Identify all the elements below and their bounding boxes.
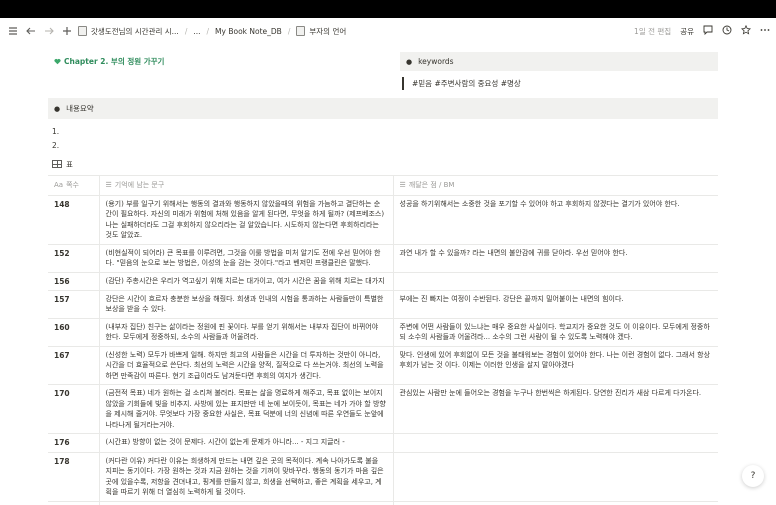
cell-page[interactable]: 152: [48, 243, 99, 273]
cell-note[interactable]: 주변에 어떤 사람들이 있느냐는 매우 중요한 사실이다. 학교지가 중요한 것…: [392, 317, 718, 347]
breadcrumb-database[interactable]: My Book Note_DB: [215, 27, 282, 36]
text-lines-icon: ☰: [105, 181, 112, 189]
cell-memo[interactable]: (감단) 주총시간은 우리가 역고싶기 위해 치르는 대가이고, 여가 시간은 …: [98, 271, 393, 291]
chapter-heading: Chapter 2. 부의 정원 가꾸기: [48, 52, 392, 71]
table-row: 152 (비현실적이 되어라) 큰 목표를 이루려면, 그것을 이룰 방법을 미처…: [48, 243, 718, 273]
cell-memo[interactable]: (신성한 노력) 모두가 바쁘게 일해. 하지만 최고의 사람들은 시간을 더 …: [98, 345, 393, 386]
navigation-bar: 갓생도전님의 시간관리 시... / ... / My Book Note_DB…: [0, 18, 776, 44]
table-row: 176 (시간표) 방향이 없는 것이 문제다. 시간이 없는게 문제가 아니라.…: [48, 433, 718, 453]
cell-memo[interactable]: (내부자 집단) 친구는 삶이라는 정원에 핀 꽃이다. 부를 얻기 위해서는 …: [98, 317, 393, 347]
breadcrumb-ellipsis[interactable]: ...: [193, 27, 200, 36]
cell-note[interactable]: [392, 271, 718, 291]
column-header-note[interactable]: ☰ 깨달은 점 / BM: [392, 175, 718, 196]
cell-memo[interactable]: (커다란 이유) 커다란 이유는 희생하게 만드는 내면 깊은 곳의 목적이다.…: [98, 451, 393, 502]
cell-note[interactable]: 성공을 하기위해서는 소중한 것을 포기할 수 있어야 하고 후회하지 않겠다는…: [392, 194, 718, 245]
list-item[interactable]: 1.: [52, 125, 728, 139]
summary-toggle[interactable]: ● 내용요약: [48, 98, 718, 119]
cell-page[interactable]: 156: [48, 271, 99, 291]
help-button[interactable]: ?: [742, 465, 764, 487]
keywords-toggle[interactable]: ● keywords: [400, 52, 718, 71]
text-lines-icon: ☰: [399, 181, 406, 189]
cell-note[interactable]: 과연 내가 할 수 있을까? 라는 내면의 불안감에 귀를 닫아라. 우선 믿어…: [392, 243, 718, 273]
cell-note[interactable]: [392, 451, 718, 502]
cell-note[interactable]: 맞다. 인생에 있어 후회없이 모든 것을 불태워보는 경험이 있어야 한다. …: [392, 345, 718, 386]
cell-memo[interactable]: 강단은 시간이 흐르자 충분한 보상을 해줬다. 희생과 인내의 시험을 통과하…: [98, 289, 393, 319]
table-icon: [52, 160, 62, 168]
green-heart-icon: [54, 58, 61, 65]
table-row: 178 (커다란 이유) 커다란 이유는 희생하게 만드는 내면 깊은 곳의 목적…: [48, 451, 718, 502]
cell-memo[interactable]: (비현실적이 되어라) 큰 목표를 이루려면, 그것을 이룰 방법을 미처 알기…: [98, 243, 393, 273]
list-item[interactable]: 2.: [52, 139, 728, 153]
table-row: 170 (금전적 목표) 네가 원하는 걸 소리쳐 불러라. 목표는 삶을 명료하…: [48, 384, 718, 435]
cell-page[interactable]: 170: [48, 384, 99, 435]
table-row: 167 (신성한 노력) 모두가 바쁘게 일해. 하지만 최고의 사람들은 시간을…: [48, 345, 718, 386]
breadcrumb-current-page[interactable]: 부자의 언어: [296, 26, 346, 37]
table-row: 148 (용기) 부를 일구기 위해서는 행동의 결과와 행동하지 않았을때의 위…: [48, 194, 718, 245]
table-row: 157 강단은 시간이 흐르자 충분한 보상을 해줬다. 희생과 인내의 시험을 …: [48, 289, 718, 319]
table-row: 160 (내부자 집단) 친구는 삶이라는 정원에 핀 꽃이다. 부를 얻기 위해…: [48, 317, 718, 347]
cell-page[interactable]: 148: [48, 194, 99, 245]
cell-page[interactable]: 157: [48, 289, 99, 319]
numbered-list: 1. 2.: [48, 125, 728, 153]
cell-page[interactable]: 167: [48, 345, 99, 386]
column-header-page[interactable]: Aa 쪽수: [48, 175, 99, 196]
star-icon[interactable]: [740, 24, 752, 37]
more-options-icon[interactable]: [760, 25, 770, 37]
add-page-icon[interactable]: [60, 24, 74, 38]
help-icon: ?: [750, 471, 756, 481]
table-header-row: Aa 쪽수 ☰ 기억에 남는 문구 ☰ 깨달은 점 / BM: [48, 175, 718, 196]
cell-memo[interactable]: (의지) 의지를 가지고 결승점에 집중하라. 삼상한 결과에 흑기 살기로 달…: [98, 500, 393, 505]
menu-icon[interactable]: [6, 24, 20, 38]
back-arrow-icon[interactable]: [24, 24, 38, 38]
cell-page[interactable]: 178: [48, 451, 99, 502]
top-black-bar: [0, 0, 776, 18]
cell-page[interactable]: 160: [48, 317, 99, 347]
table-row: 156 (감단) 주총시간은 우리가 역고싶기 위해 치르는 대가이고, 여가 시…: [48, 271, 718, 291]
cell-memo[interactable]: (용기) 부를 일구기 위해서는 행동의 결과와 행동하지 않았을때의 위험을 …: [98, 194, 393, 245]
cell-memo[interactable]: (금전적 목표) 네가 원하는 걸 소리쳐 불러라. 목표는 삶을 명료하게 해…: [98, 384, 393, 435]
comment-icon[interactable]: [703, 25, 713, 37]
bullet-icon: ●: [406, 57, 413, 66]
clock-icon[interactable]: [722, 25, 732, 37]
bullet-icon: ●: [54, 104, 61, 113]
page-content: Chapter 2. 부의 정원 가꾸기 ● keywords #믿음 #주변사…: [48, 44, 728, 505]
cell-note[interactable]: 관심있는 사람만 눈에 들어오는 경험을 누구나 한번씩은 하게된다. 당연한 …: [392, 384, 718, 435]
forward-arrow-icon[interactable]: [42, 24, 56, 38]
cell-note[interactable]: [392, 500, 718, 505]
keywords-quote: #믿음 #주변사람의 중요성 #명상: [402, 77, 718, 90]
cell-page[interactable]: 176: [48, 433, 99, 453]
share-button[interactable]: 공유: [680, 26, 694, 37]
cell-page[interactable]: 188: [48, 500, 99, 505]
column-header-memo[interactable]: ☰ 기억에 남는 문구: [98, 175, 393, 196]
cell-memo[interactable]: (시간표) 방향이 없는 것이 문제다. 시간이 없는게 문제가 아니라... …: [98, 433, 393, 453]
table-row: 188(의지) 의지를 가지고 결승점에 집중하라. 삼상한 결과에 흑기 살기…: [48, 500, 718, 505]
breadcrumb-workspace[interactable]: 갓생도전님의 시간관리 시...: [78, 26, 179, 37]
table-title[interactable]: 표: [48, 157, 728, 171]
last-edited-text: 1일 전 편집: [634, 26, 672, 36]
cell-note[interactable]: [392, 433, 718, 453]
notes-table: Aa 쪽수 ☰ 기억에 남는 문구 ☰ 깨달은 점 / BM 148 (용기) 부를 일…: [48, 175, 718, 505]
cell-note[interactable]: 부에는 진 빠지는 여정이 수반된다. 강단은 끝까지 밀어붙이는 내면의 힘이…: [392, 289, 718, 319]
